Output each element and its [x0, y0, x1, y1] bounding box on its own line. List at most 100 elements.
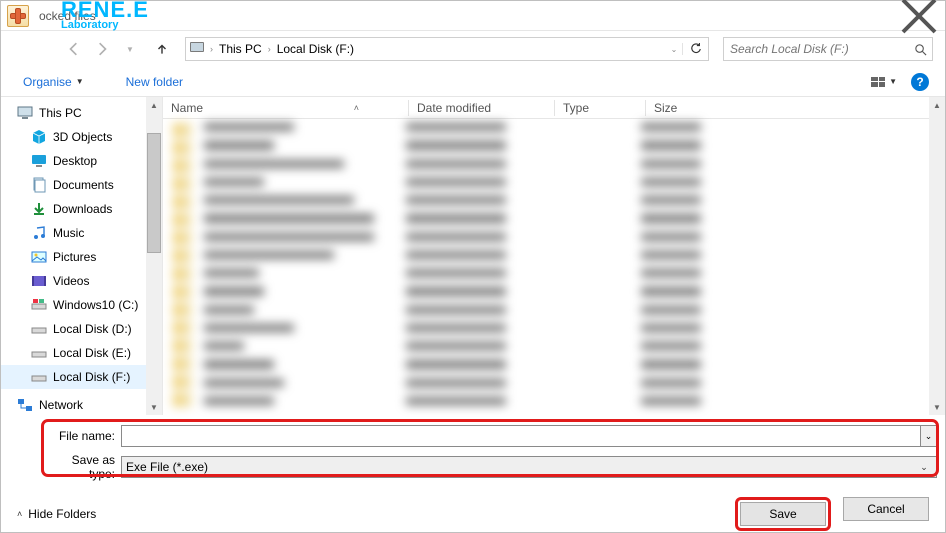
tree-pictures[interactable]: Pictures [1, 245, 162, 269]
tree-label: Documents [53, 178, 114, 192]
navigation-tree[interactable]: This PC 3D Objects Desktop Documents Dow… [1, 97, 163, 415]
address-toolbar: ▼ › This PC › Local Disk (F:) ⌄ [1, 31, 945, 67]
scroll-up-icon[interactable]: ▲ [929, 97, 945, 113]
col-name[interactable]: Name [171, 101, 203, 115]
tree-local-e[interactable]: Local Disk (E:) [1, 341, 162, 365]
up-button[interactable] [149, 37, 175, 61]
tree-label: 3D Objects [53, 130, 112, 144]
tree-documents[interactable]: Documents [1, 173, 162, 197]
breadcrumb-bar[interactable]: › This PC › Local Disk (F:) ⌄ [185, 37, 709, 61]
breadcrumb-this-pc[interactable]: This PC [215, 42, 266, 56]
tree-windows-c[interactable]: Windows10 (C:) [1, 293, 162, 317]
desktop-icon [31, 153, 47, 169]
refresh-button[interactable] [682, 43, 708, 55]
scroll-up-icon[interactable]: ▲ [146, 97, 162, 113]
scroll-down-icon[interactable]: ▼ [146, 399, 162, 415]
col-type[interactable]: Type [555, 101, 645, 115]
tree-label: Music [53, 226, 84, 240]
tree-label: Network [39, 398, 83, 412]
file-name-input[interactable] [121, 425, 921, 447]
title-bar: ocked files [1, 1, 945, 31]
save-type-label: Save as type: [43, 453, 121, 481]
pictures-icon [31, 249, 47, 265]
chevron-right-icon: › [210, 44, 213, 54]
tree-videos[interactable]: Videos [1, 269, 162, 293]
back-button[interactable] [61, 37, 87, 61]
highlight-box-save: Save [735, 497, 831, 531]
videos-icon [31, 273, 47, 289]
chevron-up-icon: ˄ [17, 509, 22, 519]
save-type-value: Exe File (*.exe) [126, 460, 916, 474]
tree-label: Pictures [53, 250, 96, 264]
tree-label: This PC [39, 106, 82, 120]
recent-dropdown-icon[interactable]: ▼ [117, 37, 143, 61]
network-icon [17, 397, 33, 413]
save-fields: File name: ⌄ Save as type: Exe File (*.e… [1, 415, 945, 489]
tree-label: Local Disk (E:) [53, 346, 131, 360]
new-folder-button[interactable]: New folder [120, 72, 189, 92]
file-name-dropdown-icon[interactable]: ⌄ [921, 425, 937, 447]
tree-label: Desktop [53, 154, 97, 168]
search-input[interactable] [724, 42, 908, 56]
chevron-right-icon: › [268, 44, 271, 54]
drive-icon [31, 297, 47, 313]
music-icon [31, 225, 47, 241]
tree-music[interactable]: Music [1, 221, 162, 245]
tree-label: Videos [53, 274, 89, 288]
drive-icon [31, 321, 47, 337]
chevron-down-icon: ⌄ [916, 462, 932, 473]
tree-label: Local Disk (F:) [53, 370, 130, 384]
tree-label: Downloads [53, 202, 112, 216]
scroll-down-icon[interactable]: ▼ [929, 399, 945, 415]
col-date[interactable]: Date modified [409, 101, 554, 115]
file-name-label: File name: [43, 429, 121, 443]
list-header: Name ˄ Date modified Type Size [163, 97, 945, 119]
tree-scrollbar[interactable]: ▲ ▼ [146, 97, 162, 415]
cancel-button[interactable]: Cancel [843, 497, 929, 521]
app-icon [7, 5, 29, 27]
tree-label: Local Disk (D:) [53, 322, 132, 336]
tree-3d-objects[interactable]: 3D Objects [1, 125, 162, 149]
tree-local-d[interactable]: Local Disk (D:) [1, 317, 162, 341]
forward-button[interactable] [89, 37, 115, 61]
save-type-combo[interactable]: Exe File (*.exe) ⌄ [121, 456, 937, 478]
cube-icon [31, 129, 47, 145]
organise-label: Organise [23, 75, 72, 89]
col-size[interactable]: Size [646, 101, 726, 115]
breadcrumb-local-disk-f[interactable]: Local Disk (F:) [273, 42, 358, 56]
drive-icon [31, 345, 47, 361]
help-icon[interactable]: ? [911, 73, 929, 91]
tree-downloads[interactable]: Downloads [1, 197, 162, 221]
search-box[interactable] [723, 37, 933, 61]
main-area: This PC 3D Objects Desktop Documents Dow… [1, 97, 945, 415]
chevron-down-icon: ▼ [76, 77, 84, 86]
drive-icon [31, 369, 47, 385]
tree-network[interactable]: Network [1, 393, 162, 415]
breadcrumb-dropdown-icon[interactable]: ⌄ [666, 45, 682, 54]
search-icon[interactable] [908, 43, 932, 56]
sort-asc-icon: ˄ [354, 103, 359, 113]
pc-icon [17, 105, 33, 121]
pc-icon [190, 42, 206, 56]
close-icon[interactable] [899, 3, 939, 29]
hide-folders-label: Hide Folders [28, 507, 96, 521]
save-button[interactable]: Save [740, 502, 826, 526]
tree-desktop[interactable]: Desktop [1, 149, 162, 173]
hide-folders-button[interactable]: ˄ Hide Folders [17, 507, 96, 521]
window-title: ocked files [35, 9, 899, 23]
list-scrollbar[interactable]: ▲ ▼ [929, 97, 945, 415]
scroll-thumb[interactable] [147, 133, 161, 253]
file-list-blurred [173, 123, 925, 411]
view-options-button[interactable]: ▼ [867, 74, 901, 90]
downloads-icon [31, 201, 47, 217]
command-bar: Organise ▼ New folder ▼ ? [1, 67, 945, 97]
organise-button[interactable]: Organise ▼ [17, 72, 90, 92]
tree-local-f[interactable]: Local Disk (F:) [1, 365, 162, 389]
documents-icon [31, 177, 47, 193]
footer-bar: ˄ Hide Folders Save Cancel [1, 489, 945, 531]
tree-label: Windows10 (C:) [53, 298, 138, 312]
chevron-down-icon: ▼ [889, 77, 897, 86]
file-list-pane[interactable]: Name ˄ Date modified Type Size [163, 97, 945, 415]
tree-this-pc[interactable]: This PC [1, 101, 162, 125]
view-grid-icon [871, 77, 885, 87]
